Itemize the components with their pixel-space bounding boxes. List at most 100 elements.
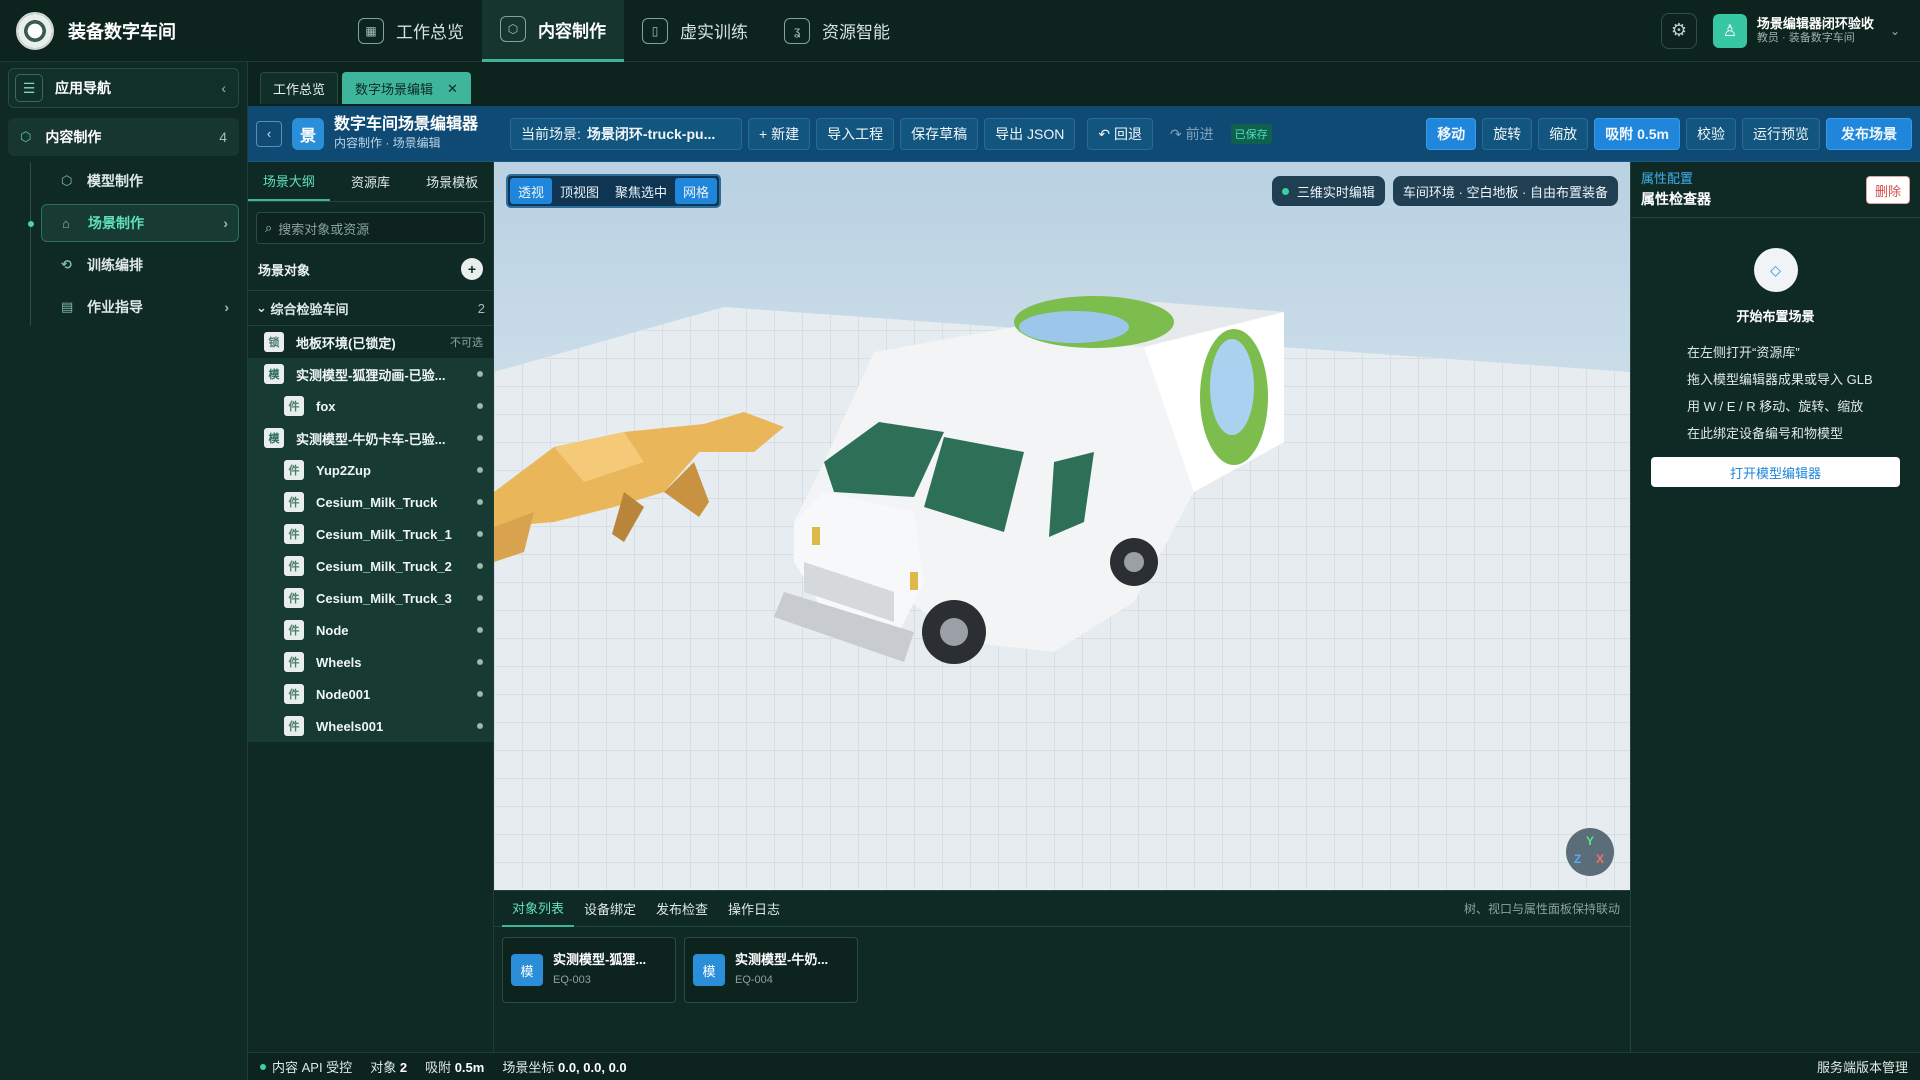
chevron-right-icon: › bbox=[224, 299, 229, 315]
visibility-icon[interactable] bbox=[477, 627, 483, 633]
sidebar-item-training[interactable]: ⟲ 训练编排 bbox=[41, 246, 239, 284]
scale-button[interactable]: 缩放 bbox=[1538, 117, 1589, 150]
tree-row-model[interactable]: 模实测模型-狐狸动画-已验... bbox=[248, 358, 493, 390]
delete-button[interactable]: 删除 bbox=[1865, 176, 1910, 204]
visibility-icon[interactable] bbox=[477, 723, 483, 729]
editor-title: 数字车间场景编辑器 内容制作 · 场景编辑 bbox=[334, 116, 478, 152]
tree-row-part[interactable]: 件 Cesium_Milk_Truck_2 bbox=[248, 550, 493, 582]
move-button[interactable]: 移动 bbox=[1426, 117, 1477, 150]
visibility-icon[interactable] bbox=[477, 691, 483, 697]
breadcrumb: 内容制作 · 场景编辑 bbox=[334, 135, 441, 150]
mode-top[interactable]: 顶视图 bbox=[552, 178, 607, 204]
avatar[interactable]: ♙ bbox=[1712, 13, 1747, 48]
visibility-icon[interactable] bbox=[477, 595, 483, 601]
lock-badge: 锁 bbox=[264, 332, 284, 352]
axis-gizmo[interactable]: Y Z X bbox=[1566, 828, 1614, 876]
tree-row-part[interactable]: 件 Wheels001 bbox=[248, 710, 493, 742]
save-draft-button[interactable]: 保存草稿 bbox=[900, 117, 979, 150]
group-row[interactable]: ⌄ 综合检验车间 2 bbox=[248, 290, 493, 326]
import-button[interactable]: 导入工程 bbox=[816, 117, 895, 150]
gizmo-y: Y bbox=[1586, 834, 1595, 848]
new-button[interactable]: + 新建 bbox=[748, 117, 811, 150]
3d-viewport[interactable]: 透视 顶视图 聚焦选中 网格 三维实时编辑 车间环境 · 空白地板 · 自由布置… bbox=[494, 162, 1630, 890]
tab-object-list[interactable]: 对象列表 bbox=[502, 891, 575, 927]
open-model-editor-button[interactable]: 打开模型编辑器 bbox=[1651, 457, 1900, 487]
sidebar-item-guide[interactable]: ▤ 作业指导 › bbox=[41, 288, 239, 326]
rotate-button[interactable]: 旋转 bbox=[1482, 117, 1533, 150]
preview-button[interactable]: 运行预览 bbox=[1742, 117, 1820, 150]
gizmo-z: Z bbox=[1574, 852, 1582, 866]
chevron-down-icon[interactable]: ⌄ bbox=[1890, 24, 1900, 38]
objects-title: 场景对象 bbox=[258, 262, 311, 278]
nav-section-content[interactable]: ⬡ 内容制作 4 bbox=[8, 118, 239, 156]
visibility-icon[interactable] bbox=[477, 403, 483, 409]
visibility-icon[interactable] bbox=[477, 435, 483, 441]
doc-icon: ▤ bbox=[61, 299, 74, 314]
tab-scene-editor[interactable]: 数字场景编辑 ✕ bbox=[342, 72, 471, 104]
visibility-icon[interactable] bbox=[477, 659, 483, 665]
add-object-button[interactable]: + bbox=[461, 258, 483, 280]
collapse-nav-button[interactable]: ‹ bbox=[221, 80, 226, 96]
part-badge: 件 bbox=[284, 460, 304, 480]
row-label: Cesium_Milk_Truck_1 bbox=[316, 526, 452, 542]
tree-row-part[interactable]: 件 Node bbox=[248, 614, 493, 646]
visibility-icon[interactable] bbox=[477, 371, 483, 377]
redo-button[interactable]: ↷ 前进 bbox=[1159, 118, 1225, 150]
topnav-overview[interactable]: ▦ 工作总览 bbox=[340, 0, 482, 62]
tree-row-part[interactable]: 件 fox bbox=[248, 390, 493, 422]
tree-row-part[interactable]: 件 Wheels bbox=[248, 646, 493, 678]
tree-row-part[interactable]: 件 Cesium_Milk_Truck_1 bbox=[248, 518, 493, 550]
topnav-training[interactable]: ▯ 虚实训练 bbox=[624, 0, 766, 62]
tree-row-part[interactable]: 件 Cesium_Milk_Truck bbox=[248, 486, 493, 518]
tab-outline[interactable]: 场景大纲 bbox=[248, 162, 330, 201]
scene-app-icon: 景 bbox=[292, 117, 324, 150]
snap-button[interactable]: 吸附 0.5m bbox=[1594, 117, 1680, 150]
tree-row-model[interactable]: 模实测模型-牛奶卡车-已验... bbox=[248, 422, 493, 454]
visibility-icon[interactable] bbox=[477, 467, 483, 473]
user-role: 教员 · 装备数字车间 bbox=[1756, 31, 1855, 44]
sidebar-item-label: 训练编排 bbox=[87, 257, 143, 273]
topnav-resources[interactable]: ʓ 资源智能 bbox=[766, 0, 908, 62]
inspector-header: 属性配置 属性检查器 删除 bbox=[1631, 162, 1920, 218]
sidebar-item-model[interactable]: ⬡ 模型制作 bbox=[41, 162, 239, 200]
user-info[interactable]: 场景编辑器闭环验收 教员 · 装备数字车间 bbox=[1756, 16, 1874, 45]
visibility-icon[interactable] bbox=[477, 563, 483, 569]
topnav-content[interactable]: ⬡ 内容制作 bbox=[482, 0, 624, 62]
tab-publish-check[interactable]: 发布检查 bbox=[646, 891, 718, 927]
publish-button[interactable]: 发布场景 bbox=[1826, 117, 1912, 150]
tree-row-part[interactable]: 件 Cesium_Milk_Truck_3 bbox=[248, 582, 493, 614]
visibility-icon[interactable] bbox=[477, 531, 483, 537]
object-cards: 模 实测模型-狐狸... EQ-003 模 实测模型-牛奶... EQ-004 bbox=[494, 927, 1630, 1013]
close-icon[interactable]: ✕ bbox=[447, 81, 458, 97]
scene-selector[interactable]: 当前场景: 场景闭环-truck-pu... bbox=[510, 117, 743, 150]
scene-outline-panel: 场景大纲 资源库 场景模板 ⌕ 搜索对象或资源 场景对象 + ⌄ 综合检验车间 2 锁… bbox=[248, 162, 494, 1052]
linkage-hint: 树、视口与属性面板保持联动 bbox=[1463, 902, 1620, 916]
search-input[interactable]: ⌕ 搜索对象或资源 bbox=[256, 212, 485, 244]
tab-library[interactable]: 资源库 bbox=[330, 162, 412, 201]
status-label: 对象 bbox=[370, 1060, 397, 1075]
object-card[interactable]: 模 实测模型-牛奶... EQ-004 bbox=[684, 937, 858, 1003]
tab-overview[interactable]: 工作总览 bbox=[260, 72, 339, 104]
row-label: 地板环境(已锁定) bbox=[296, 335, 396, 351]
tree-row-part[interactable]: 件 Node001 bbox=[248, 678, 493, 710]
grid-icon: ▦ bbox=[358, 17, 384, 44]
settings-button[interactable]: ⚙ bbox=[1660, 12, 1697, 49]
tab-operation-log[interactable]: 操作日志 bbox=[718, 891, 790, 927]
menu-icon[interactable]: ☰ bbox=[15, 74, 43, 102]
tab-templates[interactable]: 场景模板 bbox=[411, 162, 493, 201]
visibility-icon[interactable] bbox=[477, 499, 483, 505]
mode-perspective[interactable]: 透视 bbox=[510, 178, 553, 204]
nav-header: ☰ 应用导航 ‹ bbox=[8, 68, 239, 108]
tab-device-binding[interactable]: 设备绑定 bbox=[574, 891, 646, 927]
back-button[interactable]: ‹ bbox=[256, 120, 282, 147]
model-badge: 模 bbox=[511, 954, 543, 986]
tree-row-floor[interactable]: 锁地板环境(已锁定) 不可选 bbox=[248, 326, 493, 358]
undo-button[interactable]: ↶ 回退 bbox=[1087, 117, 1153, 150]
sidebar-item-scene[interactable]: ⌂ 场景制作 › bbox=[28, 204, 239, 242]
object-card[interactable]: 模 实测模型-狐狸... EQ-003 bbox=[502, 937, 676, 1003]
mode-grid[interactable]: 网格 bbox=[675, 178, 718, 204]
mode-focus[interactable]: 聚焦选中 bbox=[607, 178, 675, 204]
tree-row-part[interactable]: 件 Yup2Zup bbox=[248, 454, 493, 486]
export-json-button[interactable]: 导出 JSON bbox=[984, 117, 1076, 150]
validate-button[interactable]: 校验 bbox=[1686, 117, 1736, 150]
